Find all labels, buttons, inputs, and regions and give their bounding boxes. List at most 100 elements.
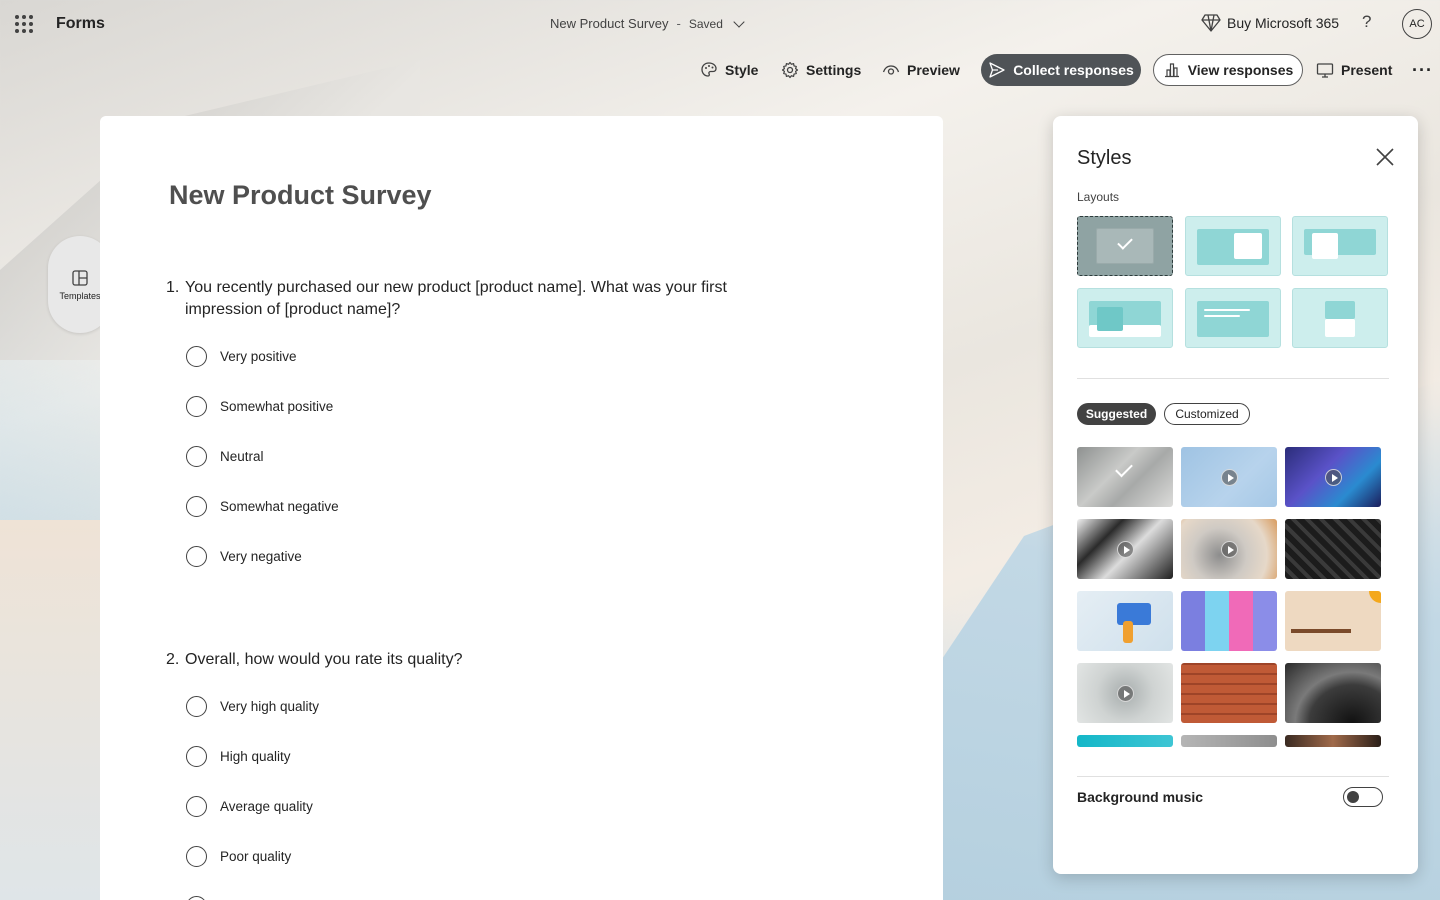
theme-thumbnail[interactable] [1181, 519, 1277, 579]
question-2[interactable]: 2. Overall, how would you rate its qualit… [166, 649, 786, 671]
radio-option[interactable]: Somewhat positive [186, 394, 333, 418]
question-text: Overall, how would you rate its quality? [185, 651, 463, 668]
option-label: Very positive [220, 348, 297, 364]
style-button[interactable]: Style [700, 54, 758, 86]
layout-option-5[interactable] [1185, 288, 1281, 348]
chart-icon [1164, 63, 1179, 78]
preview-label: Preview [907, 62, 960, 78]
theme-thumbnail[interactable] [1285, 519, 1381, 579]
radio-option[interactable]: Average quality [186, 794, 313, 818]
help-button[interactable]: ? [1362, 12, 1371, 32]
radio-option[interactable]: Very negative [186, 544, 302, 568]
avatar[interactable]: AC [1402, 9, 1432, 39]
radio-button[interactable] [186, 795, 207, 817]
title-separator: - [676, 16, 681, 31]
form-canvas: New Product Survey 1. You recently purcha… [100, 116, 943, 900]
option-label: Poor quality [220, 848, 292, 864]
waffle-icon[interactable] [15, 15, 33, 33]
option-label: Average quality [220, 798, 313, 814]
divider [1077, 776, 1389, 777]
radio-option[interactable]: Poor quality [186, 844, 291, 868]
layout-preview [1325, 301, 1355, 319]
theme-thumbnail[interactable] [1077, 591, 1173, 651]
buy-label: Buy Microsoft 365 [1227, 15, 1340, 31]
layout-preview [1234, 233, 1262, 259]
question-number: 2. [166, 651, 180, 668]
radio-option[interactable]: Very high quality [186, 694, 319, 718]
buy-microsoft-365-button[interactable]: Buy Microsoft 365 [1201, 14, 1339, 32]
theme-thumbnail[interactable] [1285, 663, 1381, 723]
present-label: Present [1341, 62, 1393, 78]
radio-option[interactable]: Neutral [186, 444, 264, 468]
chevron-down-icon [733, 15, 745, 28]
radio-button[interactable] [186, 445, 207, 467]
theme-thumbnail[interactable] [1181, 735, 1277, 747]
collect-responses-button[interactable]: Collect responses [981, 54, 1141, 86]
play-icon [1325, 469, 1342, 486]
radio-button[interactable] [186, 845, 207, 867]
theme-thumbnail[interactable] [1077, 519, 1173, 579]
more-options-button[interactable]: ··· [1412, 54, 1433, 86]
settings-button[interactable]: Settings [781, 54, 861, 86]
theme-thumbnail[interactable] [1285, 591, 1381, 651]
radio-option[interactable]: High quality [186, 744, 291, 768]
theme-thumbnail[interactable] [1285, 447, 1381, 507]
theme-thumbnail[interactable] [1181, 663, 1277, 723]
palette-icon [701, 62, 717, 77]
theme-thumbnail[interactable] [1077, 735, 1173, 747]
theme-thumbnail[interactable] [1077, 447, 1173, 507]
layout-preview [1204, 315, 1240, 317]
tab-customized[interactable]: Customized [1164, 403, 1250, 425]
radio-button[interactable] [186, 395, 207, 417]
layout-option-2[interactable] [1185, 216, 1281, 276]
tab-suggested[interactable]: Suggested [1077, 403, 1156, 425]
layout-option-3[interactable] [1292, 216, 1388, 276]
layout-option-6[interactable] [1292, 288, 1388, 348]
preview-button[interactable]: Preview [882, 54, 960, 86]
layout-option-1[interactable] [1077, 216, 1173, 276]
theme-thumbnail[interactable] [1181, 447, 1277, 507]
play-icon [1117, 685, 1134, 702]
question-1[interactable]: 1. You recently purchased our new product… [166, 277, 786, 321]
layout-preview [1325, 319, 1355, 337]
play-icon [1221, 541, 1238, 558]
style-label: Style [725, 62, 759, 78]
document-title-menu[interactable]: New Product Survey - Saved [550, 15, 745, 31]
radio-option[interactable]: Very positive [186, 344, 297, 368]
view-responses-button[interactable]: View responses [1153, 54, 1303, 86]
radio-button[interactable] [186, 695, 207, 717]
option-label: Very high quality [220, 698, 320, 714]
view-responses-label: View responses [1187, 62, 1294, 78]
radio-button[interactable] [186, 745, 207, 767]
close-icon[interactable] [1374, 146, 1396, 168]
background-music-toggle[interactable] [1343, 787, 1383, 807]
styles-panel: Styles Layouts Suggested Customized Back… [1053, 116, 1418, 874]
layout-option-4[interactable] [1077, 288, 1173, 348]
theme-illustration [1117, 603, 1151, 625]
present-button[interactable]: Present [1316, 54, 1392, 86]
theme-thumbnail[interactable] [1077, 663, 1173, 723]
templates-icon [72, 269, 88, 286]
styles-title: Styles [1077, 147, 1132, 169]
radio-option[interactable]: Somewhat negative [186, 494, 339, 518]
send-icon [989, 62, 1005, 78]
document-title: New Product Survey [550, 16, 669, 31]
radio-button[interactable] [186, 895, 207, 900]
layout-preview [1197, 301, 1269, 337]
theme-illustration [1369, 591, 1381, 603]
save-status: Saved [688, 16, 723, 31]
monitor-icon [1316, 63, 1334, 78]
form-title[interactable]: New Product Survey [169, 180, 432, 211]
theme-illustration [1291, 629, 1351, 633]
radio-button[interactable] [186, 495, 207, 517]
collect-responses-label: Collect responses [1013, 62, 1134, 78]
radio-button[interactable] [186, 545, 207, 567]
divider [1077, 378, 1389, 379]
radio-button[interactable] [186, 345, 207, 367]
option-label: High quality [220, 748, 291, 764]
theme-thumbnail[interactable] [1285, 735, 1381, 747]
layout-preview [1097, 307, 1123, 331]
radio-option[interactable] [186, 894, 207, 900]
theme-thumbnail[interactable] [1181, 591, 1277, 651]
app-name[interactable]: Forms [56, 15, 105, 33]
